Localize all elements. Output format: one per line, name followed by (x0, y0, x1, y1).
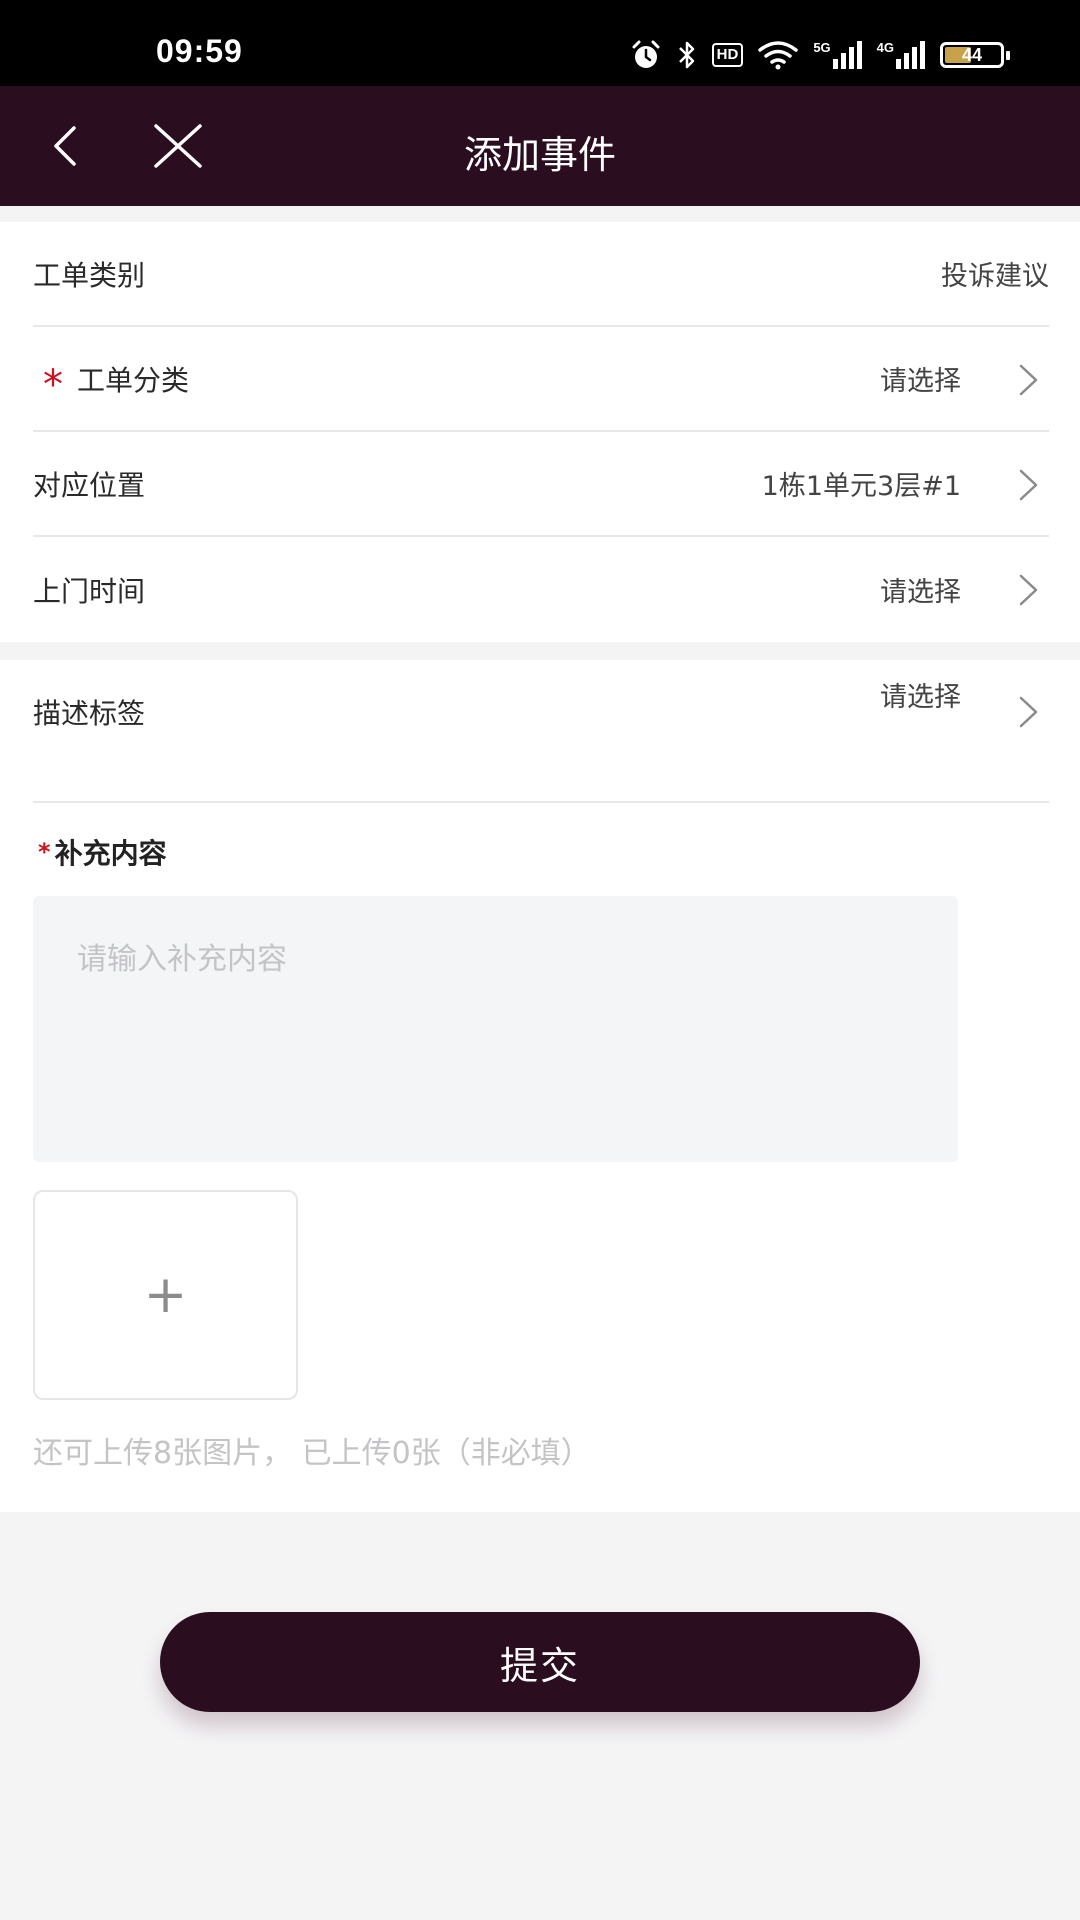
row-value: 请选择 (880, 577, 961, 608)
chevron-right-icon (1019, 469, 1038, 501)
wifi-icon (758, 41, 799, 70)
plus-icon: + (143, 1265, 188, 1325)
row-ticket-classification[interactable]: * 工单分类 请选择 (33, 327, 1049, 432)
row-label: 工单类别 (33, 258, 146, 292)
row-label: 上门时间 (33, 574, 146, 608)
net-5g-label: 5G (813, 40, 831, 55)
upload-image-button[interactable]: + (33, 1190, 298, 1400)
row-value: 请选择 (880, 682, 961, 713)
supplement-label: * 补充内容 (38, 832, 167, 872)
status-icons: HD 5G 4G 44 (616, 38, 1010, 72)
supplement-input[interactable] (33, 896, 958, 1162)
required-mark: * (38, 838, 51, 866)
row-description-tags[interactable]: 描述标签 请选择 (33, 660, 1049, 803)
row-visit-time[interactable]: 上门时间 请选择 (33, 537, 1049, 642)
row-value: 请选择 (880, 366, 961, 397)
battery-icon: 44 (940, 42, 1010, 68)
battery-level: 44 (961, 44, 983, 65)
hd-icon: HD (711, 43, 744, 67)
row-label: 对应位置 (33, 468, 146, 502)
bluetooth-icon (678, 41, 694, 69)
chevron-right-icon (1019, 696, 1038, 728)
row-label: 工单分类 (77, 363, 190, 397)
row-label: 描述标签 (33, 696, 146, 730)
signal-4g-icon: 4G (877, 41, 926, 69)
submit-button[interactable]: 提交 (160, 1612, 920, 1712)
alarm-icon (632, 40, 660, 68)
signal-5g-icon: 5G (813, 41, 862, 69)
page-title: 添加事件 (463, 133, 616, 177)
status-bar: 09:59 HD 5G 4G 44 (0, 0, 1080, 86)
upload-hint: 还可上传8张图片， 已上传0张（非必填） (33, 1436, 591, 1471)
row-value: 1栋1单元3层#1 (761, 471, 961, 502)
row-value: 投诉建议 (941, 261, 1049, 292)
status-time: 09:59 (156, 33, 243, 69)
chevron-right-icon (1019, 364, 1038, 396)
required-mark: * (43, 361, 63, 408)
row-ticket-category: 工单类别 投诉建议 (33, 222, 1049, 327)
row-location[interactable]: 对应位置 1栋1单元3层#1 (33, 432, 1049, 537)
form-card-basic: 工单类别 投诉建议 * 工单分类 请选择 对应位置 1栋1单元3层#1 上门时间… (0, 222, 1080, 642)
chevron-right-icon (1019, 574, 1038, 606)
nav-bar: 添加事件 (0, 86, 1080, 206)
net-4g-label: 4G (876, 40, 894, 55)
supplement-label-text: 补充内容 (54, 837, 167, 870)
